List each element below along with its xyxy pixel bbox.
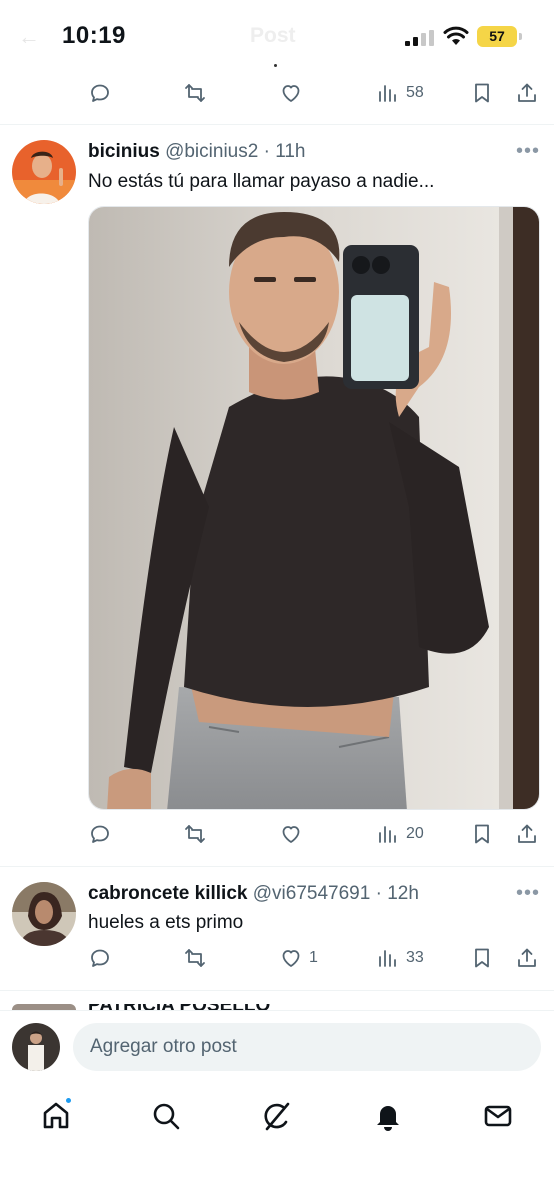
avatar-image (12, 882, 76, 946)
avatar-image (12, 140, 76, 204)
battery-level: 57 (489, 28, 505, 44)
post-actions: 1 33 (0, 940, 554, 976)
separator-dot: · (370, 883, 388, 904)
views-count: 33 (406, 949, 424, 966)
search-icon (153, 1103, 180, 1130)
post-image[interactable] (88, 206, 540, 810)
like-button[interactable]: 1 (279, 940, 318, 976)
nav-grok[interactable] (259, 1098, 295, 1134)
bookmark-button[interactable] (470, 816, 494, 852)
bookmark-button[interactable] (470, 75, 494, 111)
heart-icon (282, 85, 300, 102)
views-button[interactable]: 20 (376, 816, 424, 852)
reply-button[interactable] (88, 816, 112, 852)
bookmark-icon (475, 824, 489, 844)
messages-icon (484, 1105, 512, 1127)
bookmark-icon (475, 948, 489, 968)
notification-dot (64, 1096, 73, 1105)
battery-tip (519, 33, 522, 40)
views-count: 58 (406, 84, 424, 101)
back-arrow-icon[interactable]: ← (18, 24, 40, 50)
reply-button[interactable] (88, 940, 112, 976)
author-handle[interactable]: @vi67547691 (253, 883, 371, 904)
share-button[interactable] (515, 816, 539, 852)
avatar[interactable] (12, 882, 76, 946)
repost-button[interactable] (183, 940, 207, 976)
views-button[interactable]: 58 (376, 75, 424, 111)
repost-icon (185, 84, 205, 102)
repost-icon (185, 949, 205, 967)
nav-search[interactable] (148, 1098, 184, 1134)
divider (0, 990, 554, 991)
grok-icon (264, 1102, 290, 1131)
repost-button[interactable] (183, 816, 207, 852)
views-button[interactable]: 33 (376, 940, 424, 976)
share-button[interactable] (515, 940, 539, 976)
views-count: 20 (406, 825, 424, 842)
nav-home[interactable] (38, 1096, 74, 1134)
bottom-nav (0, 1080, 554, 1199)
reply-button[interactable] (88, 75, 112, 111)
reply-icon (91, 825, 109, 843)
post-time: 11h (275, 141, 306, 162)
reply-input[interactable]: Agregar otro post (73, 1023, 541, 1071)
views-icon (379, 826, 396, 843)
avatar[interactable] (12, 140, 76, 204)
page-title: Post (250, 24, 296, 47)
status-bar: ← Post 10:19 57 (0, 0, 554, 70)
divider (0, 124, 554, 125)
share-icon (518, 948, 536, 967)
notifications-icon (377, 1106, 399, 1131)
bookmark-button[interactable] (470, 940, 494, 976)
bookmark-icon (475, 83, 489, 103)
divider (0, 866, 554, 867)
like-button[interactable] (279, 75, 303, 111)
post-actions: 20 (0, 816, 554, 852)
post-time: 12h (387, 883, 419, 904)
my-avatar[interactable] (12, 1023, 60, 1071)
heart-icon (282, 950, 300, 967)
post-text: No estás tú para llamar payaso a nadie..… (88, 171, 435, 192)
author-name[interactable]: cabroncete killick (88, 883, 247, 904)
post-header: bicinius @bicinius2 · 11h (88, 141, 305, 163)
cell-signal-icon (405, 30, 434, 46)
nav-notifications[interactable] (370, 1098, 406, 1134)
likes-count: 1 (309, 949, 318, 966)
post-text: hueles a ets primo (88, 912, 244, 933)
reply-icon (91, 949, 109, 967)
author-handle[interactable]: @bicinius2 (165, 141, 258, 162)
author-name[interactable]: bicinius (88, 141, 160, 162)
status-time: 10:19 (62, 22, 126, 49)
share-icon (518, 83, 536, 102)
post-header: cabroncete killick @vi67547691 · 12h (88, 883, 419, 905)
battery-indicator: 57 (477, 26, 517, 47)
more-options-icon[interactable]: ••• (516, 140, 540, 163)
reply-icon (91, 84, 109, 102)
top-post-actions: 58 (0, 75, 554, 111)
views-icon (379, 950, 396, 967)
avatar-image (12, 1023, 60, 1071)
more-options-icon[interactable]: ••• (516, 882, 540, 905)
share-icon (518, 824, 536, 843)
pull-dot (274, 64, 277, 67)
nav-messages[interactable] (480, 1098, 516, 1134)
share-button[interactable] (515, 75, 539, 111)
like-button[interactable] (279, 816, 303, 852)
views-icon (379, 85, 396, 102)
reply-composer: Agregar otro post (0, 1010, 554, 1080)
heart-icon (282, 826, 300, 843)
wifi-icon (443, 26, 469, 45)
mirror-selfie-image (89, 207, 539, 809)
repost-button[interactable] (183, 75, 207, 111)
repost-icon (185, 825, 205, 843)
separator-dot: · (258, 141, 276, 162)
